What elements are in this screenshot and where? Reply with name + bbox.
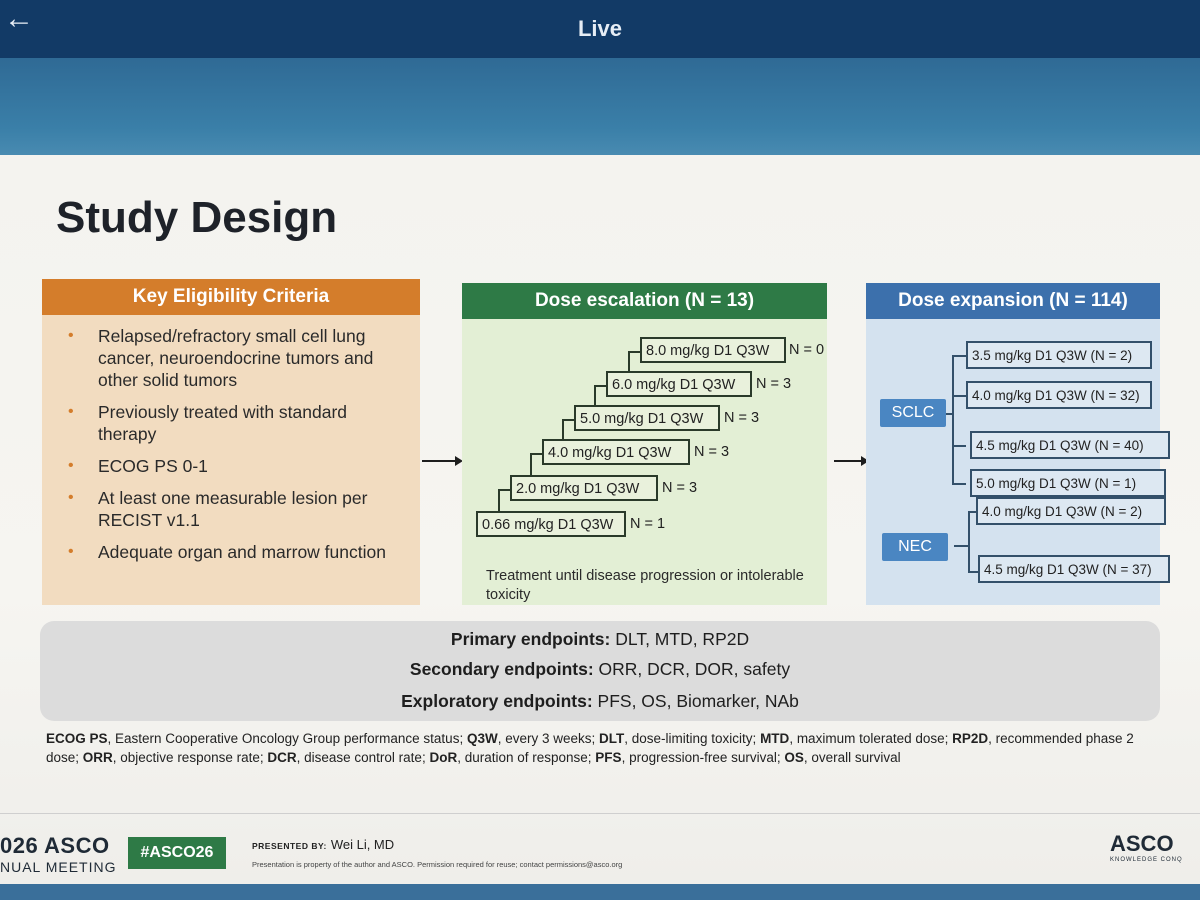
dose-n: N = 0 [789, 342, 825, 358]
bracket [952, 445, 966, 447]
presentation-slide: Study Design Key Eligibility Criteria • R… [0, 155, 1200, 885]
dose-step: 2.0 mg/kg D1 Q3W [510, 475, 658, 501]
page-title: Live [577, 16, 623, 41]
bracket [952, 395, 966, 397]
eligibility-body: • Relapsed/refractory small cell lung can… [42, 315, 420, 605]
footer-divider [0, 813, 1200, 814]
bullet-icon: • [68, 403, 74, 420]
step-connector [594, 385, 596, 405]
criteria-item: • Adequate organ and marrow function [68, 542, 386, 562]
bracket [952, 355, 966, 357]
bracket [954, 545, 968, 547]
arrow-right-icon [422, 456, 463, 466]
expansion-dose: 3.5 mg/kg D1 Q3W (N = 2) [966, 341, 1152, 369]
step-connector [498, 489, 500, 511]
dose-n: N = 1 [630, 516, 666, 532]
expansion-dose: 5.0 mg/kg D1 Q3W (N = 1) [970, 469, 1166, 497]
eligibility-header: Key Eligibility Criteria [42, 279, 420, 315]
expansion-body: SCLC 3.5 mg/kg D1 Q3W (N = 2) 4.0 mg/kg … [866, 319, 1170, 605]
bracket [968, 571, 978, 573]
exploratory-endpoints: Exploratory endpoints: PFS, OS, Biomarke… [401, 691, 799, 711]
criteria-list: • Relapsed/refractory small cell lung can… [68, 325, 402, 563]
dose-step: 8.0 mg/kg D1 Q3W [640, 337, 786, 363]
dose-step: 4.0 mg/kg D1 Q3W [542, 439, 690, 465]
eligibility-panel: Key Eligibility Criteria • Relapsed/refra… [42, 279, 420, 605]
copyright-note: Presentation is property of the author a… [252, 860, 623, 869]
presenter: PRESENTED BY: Wei Li, MD [252, 837, 395, 852]
expansion-header: Dose expansion (N = 114) [866, 283, 1160, 319]
arrow-right-icon [834, 456, 869, 466]
expansion-dose: 4.5 mg/kg D1 Q3W (N = 37) [978, 555, 1170, 583]
bracket [968, 511, 970, 573]
bullet-icon: • [68, 327, 74, 344]
step-connector [594, 385, 606, 387]
expansion-panel: Dose expansion (N = 114) SCLC 3.5 mg/kg … [866, 283, 1170, 605]
step-connector [628, 351, 640, 353]
endpoints-box: Primary endpoints: DLT, MTD, RP2D Second… [40, 621, 1160, 721]
dose-step: 0.66 mg/kg D1 Q3W [476, 511, 626, 537]
dose-n: N = 3 [694, 444, 730, 460]
stage-bottom [0, 884, 1200, 900]
escalation-body: 0.66 mg/kg D1 Q3W N = 1 2.0 mg/kg D1 Q3W… [462, 319, 827, 605]
escalation-header: Dose escalation (N = 13) [462, 283, 827, 319]
arm-label-nec: NEC [882, 533, 948, 561]
escalation-note: Treatment until disease progression or i… [486, 568, 804, 603]
criteria-item: • At least one measurable lesion per RECI… [68, 488, 368, 530]
step-connector [530, 453, 532, 475]
step-connector [628, 351, 630, 371]
step-connector [498, 489, 510, 491]
secondary-endpoints: Secondary endpoints: ORR, DCR, DOR, safe… [409, 659, 791, 679]
slide-title: Study Design [56, 193, 338, 242]
step-connector [562, 419, 564, 439]
asco-meeting-logo: 026 ASCO NUAL MEETING [0, 833, 117, 875]
stage-backdrop [0, 58, 1200, 158]
asco-logo: ASCO KNOWLEDGE CONQ [1110, 831, 1183, 863]
dose-n: N = 3 [662, 480, 698, 496]
step-connector [530, 453, 542, 455]
bracket [952, 355, 954, 485]
bracket [952, 483, 966, 485]
escalation-panel: Dose escalation (N = 13) 0.66 mg/kg D1 Q… [462, 283, 827, 605]
bullet-icon: • [68, 489, 74, 506]
criteria-item: • Previously treated with standard therap… [68, 402, 348, 444]
criteria-item: • Relapsed/refractory small cell lung can… [68, 326, 374, 390]
primary-endpoints: Primary endpoints: DLT, MTD, RP2D [450, 629, 750, 649]
expansion-dose: 4.5 mg/kg D1 Q3W (N = 40) [970, 431, 1170, 459]
arm-label-sclc: SCLC [880, 399, 946, 427]
expansion-dose: 4.0 mg/kg D1 Q3W (N = 2) [976, 497, 1166, 525]
bracket [946, 413, 954, 415]
bullet-icon: • [68, 543, 74, 560]
abbreviations: ECOG PS, Eastern Cooperative Oncology Gr… [46, 731, 1134, 765]
dose-n: N = 3 [724, 410, 760, 426]
expansion-dose: 4.0 mg/kg D1 Q3W (N = 32) [966, 381, 1152, 409]
dose-n: N = 3 [756, 376, 792, 392]
criteria-item: • ECOG PS 0-1 [68, 456, 208, 476]
bullet-icon: • [68, 457, 74, 474]
step-connector [562, 419, 574, 421]
top-bar: ← Live [0, 0, 1200, 58]
dose-step: 6.0 mg/kg D1 Q3W [606, 371, 752, 397]
hashtag-badge: #ASCO26 [128, 837, 226, 869]
dose-step: 5.0 mg/kg D1 Q3W [574, 405, 720, 431]
